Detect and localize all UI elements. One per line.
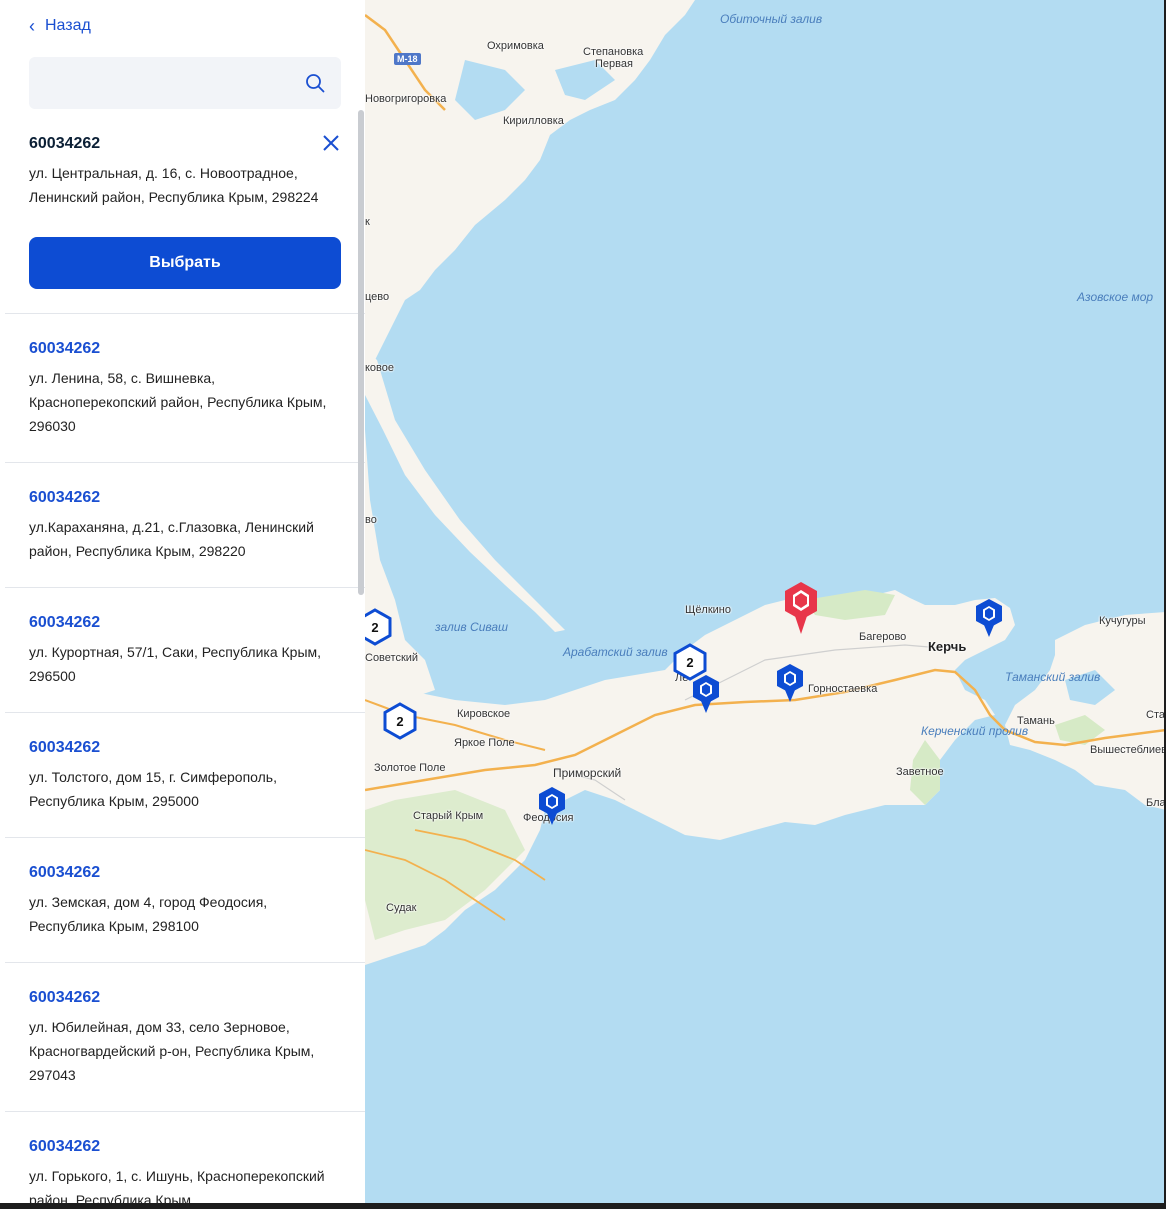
place-label: Заветное xyxy=(896,766,944,778)
list-item-address: ул.Караханяна, д.21, с.Глазовка, Ленинск… xyxy=(29,519,314,559)
map-marker[interactable] xyxy=(973,597,1005,639)
place-label: Вышестеблиевс xyxy=(1090,744,1164,756)
list-item-number[interactable]: 60034262 xyxy=(29,336,341,362)
list-item-number[interactable]: 60034262 xyxy=(29,735,341,761)
place-label: Кирилловка xyxy=(503,115,564,127)
selected-point-number: 60034262 xyxy=(29,135,101,152)
chevron-left-icon: ‹ xyxy=(29,16,35,36)
map-cluster[interactable]: 2 xyxy=(382,702,418,740)
place-label: цево xyxy=(365,291,390,303)
list-item[interactable]: 60034262 ул.Караханяна, д.21, с.Глазовка… xyxy=(5,462,365,587)
water-label: Обиточный залив xyxy=(720,12,823,26)
list-item[interactable]: 60034262 ул. Юбилейная, дом 33, село Зер… xyxy=(5,962,365,1111)
list-item-address: ул. Курортная, 57/1, Саки, Республика Кр… xyxy=(29,644,322,684)
place-label: Новогригоровка xyxy=(365,93,447,105)
map-cluster[interactable]: 2 xyxy=(365,608,393,646)
place-label: Судак xyxy=(386,902,417,914)
place-label: Охримовка xyxy=(487,40,544,52)
place-label: во xyxy=(365,514,377,526)
map-canvas[interactable] xyxy=(365,0,1164,1203)
map-cluster[interactable]: 2 xyxy=(672,643,708,681)
list-item[interactable]: 60034262 ул. Курортная, 57/1, Саки, Респ… xyxy=(5,587,365,712)
selected-point: 60034262 ул. Центральная, д. 16, с. Ново… xyxy=(29,130,341,209)
list-item[interactable]: 60034262 ул. Земская, дом 4, город Феодо… xyxy=(5,837,365,962)
place-label: Кучугуры xyxy=(1099,615,1146,627)
road-badge: М-18 xyxy=(394,53,421,65)
cluster-count: 2 xyxy=(396,713,404,729)
place-label: Степановка xyxy=(583,46,644,58)
list-item[interactable]: 60034262 ул. Ленина, 58, с. Вишневка, Кр… xyxy=(5,313,365,462)
place-label: Приморский xyxy=(553,766,622,780)
place-label: ковое xyxy=(365,362,395,374)
list-item-number[interactable]: 60034262 xyxy=(29,985,341,1011)
place-label: Золотое Поле xyxy=(374,762,446,774)
place-label: Горностаевка xyxy=(808,683,878,695)
map-marker[interactable] xyxy=(774,662,806,704)
list-item-number[interactable]: 60034262 xyxy=(29,860,341,886)
place-label: Старый Крым xyxy=(413,810,484,822)
search-icon[interactable] xyxy=(305,73,325,93)
water-label: залив Сиваш xyxy=(435,620,508,634)
list-item-address: ул. Юбилейная, дом 33, село Зерновое, Кр… xyxy=(29,1019,315,1083)
water-label: Керченский пролив xyxy=(921,724,1029,738)
list-item[interactable]: 60034262 ул. Горького, 1, с. Ишунь, Крас… xyxy=(5,1111,365,1203)
place-label: Багерово xyxy=(859,631,907,643)
list-item-number[interactable]: 60034262 xyxy=(29,485,341,511)
place-label: Первая xyxy=(595,58,633,70)
place-label: Советский xyxy=(365,652,419,664)
list-item-number[interactable]: 60034262 xyxy=(29,610,341,636)
cluster-count: 2 xyxy=(686,654,694,670)
place-label: Ста xyxy=(1146,709,1164,721)
pickup-point-panel: ‹ Назад 60034262 ул. Центральная, д. 16,… xyxy=(5,0,365,1203)
list-item-address: ул. Ленина, 58, с. Вишневка, Красноперек… xyxy=(29,370,327,434)
cluster-count: 2 xyxy=(371,619,379,635)
close-icon[interactable] xyxy=(321,133,341,153)
water-label: Таманский залив xyxy=(1005,670,1101,684)
selected-map-marker[interactable] xyxy=(781,580,821,636)
list-item-address: ул. Земская, дом 4, город Феодосия, Респ… xyxy=(29,894,268,934)
place-label: Бла xyxy=(1146,797,1164,809)
back-button[interactable]: ‹ Назад xyxy=(29,15,91,37)
place-label: Щёлкино xyxy=(685,604,731,616)
list-item-address: ул. Горького, 1, с. Ишунь, Красноперекоп… xyxy=(29,1168,325,1203)
search-input[interactable] xyxy=(29,57,317,109)
water-label: Арабатский залив xyxy=(563,645,668,659)
search-box xyxy=(29,57,341,109)
list-scrollbar[interactable] xyxy=(358,110,364,595)
list-item[interactable]: 60034262 ул. Толстого, дом 15, г. Симфер… xyxy=(5,712,365,837)
list-item-number[interactable]: 60034262 xyxy=(29,1134,341,1160)
place-label-city: Керчь xyxy=(928,639,967,654)
selected-point-address: ул. Центральная, д. 16, с. Новоотрадное,… xyxy=(29,165,319,205)
pickup-point-list: 60034262 ул. Ленина, 58, с. Вишневка, Кр… xyxy=(5,313,365,1203)
list-item-address: ул. Толстого, дом 15, г. Симферополь, Ре… xyxy=(29,769,277,809)
place-label: Яркое Поле xyxy=(454,737,515,749)
back-label: Назад xyxy=(45,17,91,34)
map-marker[interactable] xyxy=(536,785,568,827)
place-label: к xyxy=(365,216,370,228)
water-label: Азовское мор xyxy=(1077,290,1154,304)
place-label: Кировское xyxy=(457,708,511,720)
choose-button[interactable]: Выбрать xyxy=(29,237,341,289)
map[interactable]: М-18 Охримовка Степановка Первая Новогри… xyxy=(365,0,1164,1203)
app-window: М-18 Охримовка Степановка Первая Новогри… xyxy=(0,0,1164,1203)
